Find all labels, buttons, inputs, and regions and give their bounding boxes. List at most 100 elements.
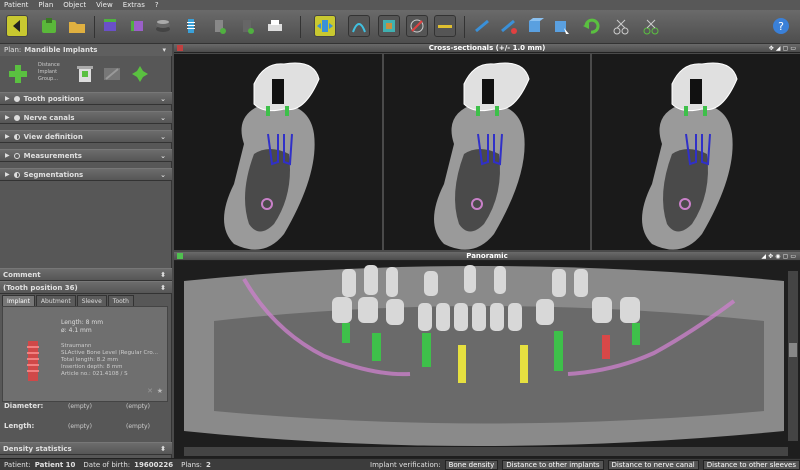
diameter-label: Diameter: (4, 402, 44, 410)
visibility-icon (13, 171, 20, 178)
distance-nerve-button[interactable]: Distance to nerve canal (607, 459, 699, 470)
panoramic-view-icon[interactable] (434, 15, 456, 37)
menu-plan[interactable]: Plan (38, 1, 53, 9)
section-measurements[interactable]: ▶ Measurements ⌄ (0, 149, 172, 162)
scissors-icon[interactable] (640, 15, 662, 37)
spinner-icon: ⬍ (160, 283, 166, 292)
expand-icon: ▶ (5, 171, 10, 178)
chevron-down-icon[interactable]: ▾ (162, 46, 166, 54)
diameter-value-2[interactable]: (empty) (126, 403, 150, 410)
section-segmentations[interactable]: ▶ Segmentations ⌄ (0, 168, 172, 181)
measure-delete-icon[interactable] (498, 15, 520, 37)
implant-icon[interactable] (180, 15, 202, 37)
toolbar: ? (0, 10, 800, 44)
double-chevron-icon: ⌄ (160, 132, 166, 141)
layers-icon[interactable] (152, 15, 174, 37)
cube-icon[interactable] (524, 15, 546, 37)
section-nerve-canals[interactable]: ▶ Nerve canals ⌄ (0, 111, 172, 124)
implant-brand: Straumann (61, 343, 92, 349)
abutment-icon[interactable] (208, 15, 230, 37)
implant-model: SLActive Bone Level (Regular Cro... (61, 350, 158, 356)
expand-icon: ▶ (5, 95, 10, 102)
measure-tool-icon[interactable] (472, 15, 494, 37)
move-tool-icon[interactable] (314, 15, 336, 37)
tab-abutment[interactable]: Abutment (35, 295, 76, 306)
open-folder-icon[interactable] (66, 15, 88, 37)
cut-icon[interactable] (610, 15, 632, 37)
implant-diameter: ø: 4.1 mm (61, 327, 92, 334)
section-view-definition[interactable]: ▶ View definition ⌄ (0, 130, 172, 143)
menu-help[interactable]: ? (155, 1, 159, 9)
double-chevron-icon: ⌄ (160, 94, 166, 103)
patient-name: Patient 10 (34, 460, 76, 469)
distance-sleeves-button[interactable]: Distance to other sleeves (702, 459, 800, 470)
view-controls-icon[interactable]: ◢ ✥ ◉ ▢ ▭ (761, 253, 796, 260)
printer-icon[interactable] (264, 15, 286, 37)
distance-implants-button[interactable]: Distance to other implants (502, 459, 604, 470)
left-panel: Plan: Mandible Implants ▾ Distance Implan… (0, 44, 172, 458)
tooth-tool-1-icon[interactable] (100, 15, 122, 37)
menu-extras[interactable]: Extras (123, 1, 145, 9)
view-controls-icon[interactable]: ✥ ◢ ▢ ▭ (769, 45, 796, 52)
length-value-2[interactable]: (empty) (126, 423, 150, 430)
implant-details: Length: 8 mm ø: 4.1 mm Straumann SLActiv… (2, 306, 168, 402)
bone-density-button[interactable]: Bone density (444, 459, 499, 470)
tooth-tool-2-icon[interactable] (126, 15, 148, 37)
view-color-marker (177, 253, 183, 259)
plan-selector[interactable]: Plan: Mandible Implants ▾ (0, 44, 172, 56)
tab-implant[interactable]: Implant (2, 295, 35, 306)
implant-preview-icon (27, 341, 39, 381)
menu-patient[interactable]: Patient (4, 1, 28, 9)
implant-length: Length: 8 mm (61, 319, 104, 326)
double-chevron-icon: ⌄ (160, 151, 166, 160)
transform-icon[interactable] (130, 64, 150, 84)
undo-icon[interactable] (580, 15, 602, 37)
3d-view-icon[interactable] (378, 15, 400, 37)
help-icon[interactable]: ? (770, 15, 792, 37)
plans-value: 2 (206, 460, 211, 469)
dob-value: 19600226 (134, 460, 174, 469)
menu-view[interactable]: View (96, 1, 113, 9)
length-value-1[interactable]: (empty) (68, 423, 92, 430)
diameter-value-1[interactable]: (empty) (68, 403, 92, 410)
cross-section-1[interactable] (174, 54, 382, 250)
density-statistics-section[interactable]: Density statistics ⬍ (0, 442, 172, 455)
implant-article: Article no.: 021.4108 / S (61, 371, 128, 377)
edit-icon[interactable] (102, 64, 122, 84)
section-tooth-positions[interactable]: ▶ Tooth positions ⌄ (0, 92, 172, 105)
plan-action-menu[interactable]: Distance Implant Group... (38, 62, 60, 83)
expand-icon: ▶ (5, 133, 10, 140)
save-icon[interactable] (38, 15, 60, 37)
sleeve-icon[interactable] (236, 15, 258, 37)
menu-object[interactable]: Object (63, 1, 86, 9)
visibility-icon (13, 95, 20, 102)
cube-select-icon[interactable] (550, 15, 572, 37)
cross-section-2[interactable] (384, 54, 590, 250)
comment-section[interactable]: Comment ⬍ (0, 268, 172, 281)
view-color-marker (177, 45, 183, 51)
arch-view-icon[interactable] (348, 15, 370, 37)
implant-insertion: Insertion depth: 8 mm (61, 364, 123, 370)
cross-section-3[interactable] (592, 54, 800, 250)
trash-icon[interactable] (76, 64, 94, 84)
star-icon[interactable]: ★ (157, 387, 163, 395)
tooth-position-section[interactable]: (Tooth position 36) ⬍ (0, 281, 172, 294)
section-view-icon[interactable] (406, 15, 428, 37)
svg-text:?: ? (778, 20, 784, 33)
visibility-icon (13, 152, 20, 159)
add-icon[interactable] (8, 64, 28, 84)
status-bar: Patient: Patient 10 Date of birth: 19600… (0, 458, 800, 470)
expand-icon: ▶ (5, 114, 10, 121)
cross-sectional-header: Cross-sectionals (+/- 1.0 mm) ✥ ◢ ▢ ▭ (174, 44, 800, 53)
spinner-icon: ⬍ (160, 444, 166, 453)
close-icon[interactable]: ✕ (147, 387, 153, 395)
visibility-icon (13, 133, 20, 140)
plans-label: Plans: (181, 460, 203, 469)
tab-tooth[interactable]: Tooth (107, 295, 134, 306)
back-icon[interactable] (6, 15, 28, 37)
plan-name: Mandible Implants (24, 46, 98, 54)
panoramic-view[interactable] (174, 261, 800, 458)
patient-label: Patient: (4, 460, 31, 469)
tab-sleeve[interactable]: Sleeve (76, 295, 107, 306)
length-label: Length: (4, 422, 35, 430)
